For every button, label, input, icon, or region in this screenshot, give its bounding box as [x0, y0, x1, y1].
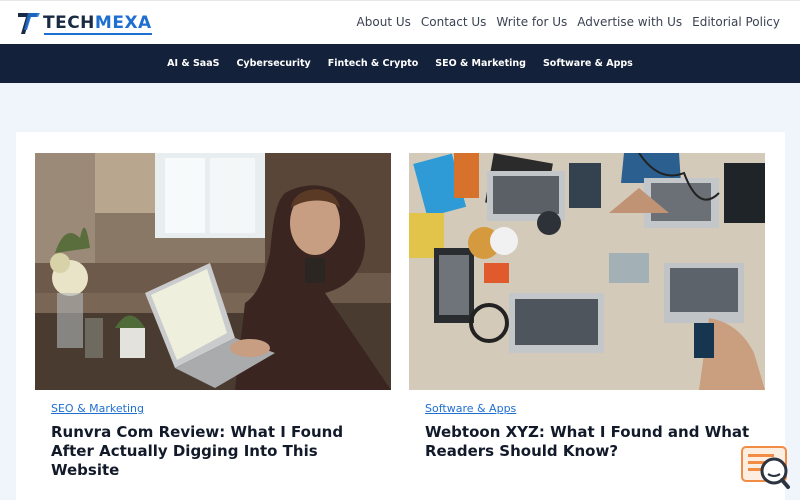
search-chat-widget-icon	[741, 446, 790, 489]
category-fintech-crypto[interactable]: Fintech & Crypto	[328, 58, 419, 69]
post-category-link[interactable]: Software & Apps	[425, 402, 765, 415]
post-grid: SEO & Marketing Runvra Com Review: What …	[16, 132, 785, 500]
nav-about-us[interactable]: About Us	[357, 15, 411, 29]
category-seo-marketing[interactable]: SEO & Marketing	[435, 58, 526, 69]
category-cybersecurity[interactable]: Cybersecurity	[236, 58, 310, 69]
category-navigation: AI & SaaS Cybersecurity Fintech & Crypto…	[0, 44, 800, 83]
techmexa-logo-icon	[18, 13, 40, 34]
post-title[interactable]: Runvra Com Review: What I Found After Ac…	[51, 423, 381, 480]
site-header: TECHMEXA About Us Contact Us Write for U…	[0, 0, 800, 44]
nav-write-for-us[interactable]: Write for Us	[496, 15, 567, 29]
man-at-laptop-photo	[35, 153, 391, 390]
post-title[interactable]: Webtoon XYZ: What I Found and What Reade…	[425, 423, 755, 461]
post-card: Software & Apps Webtoon XYZ: What I Foun…	[409, 153, 765, 461]
nav-advertise-with-us[interactable]: Advertise with Us	[577, 15, 682, 29]
post-thumbnail[interactable]	[409, 153, 765, 390]
top-navigation: About Us Contact Us Write for Us Adverti…	[357, 15, 780, 29]
post-card: SEO & Marketing Runvra Com Review: What …	[35, 153, 391, 480]
site-logo[interactable]: TECHMEXA	[16, 9, 152, 37]
logo-wordmark: TECHMEXA	[43, 13, 152, 33]
floating-search-widget[interactable]	[740, 444, 792, 492]
nav-contact-us[interactable]: Contact Us	[421, 15, 487, 29]
logo-underline	[44, 33, 152, 35]
nav-editorial-policy[interactable]: Editorial Policy	[692, 15, 780, 29]
category-ai-saas[interactable]: AI & SaaS	[167, 58, 219, 69]
post-thumbnail[interactable]	[35, 153, 391, 390]
post-category-link[interactable]: SEO & Marketing	[51, 402, 391, 415]
desk-with-laptops-photo	[409, 153, 765, 390]
category-software-apps[interactable]: Software & Apps	[543, 58, 633, 69]
